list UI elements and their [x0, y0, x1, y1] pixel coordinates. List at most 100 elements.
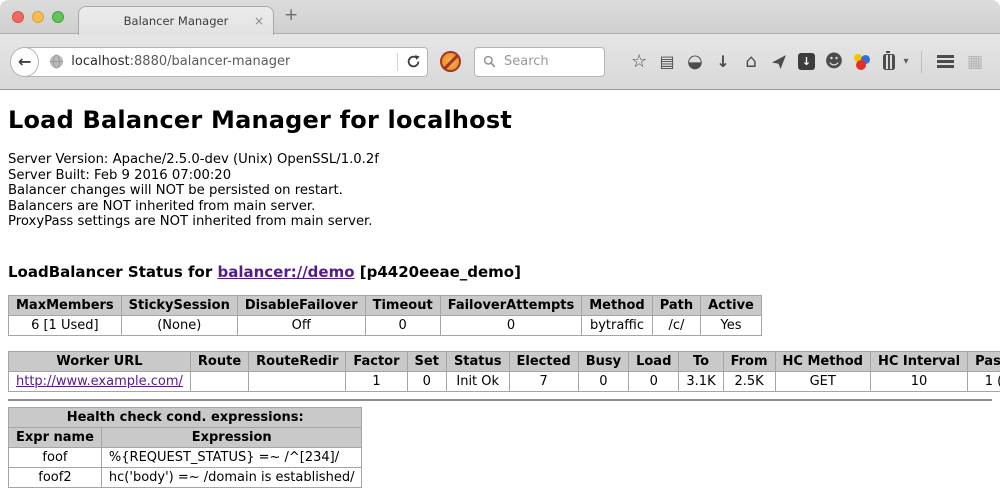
table-header-row: Worker URL Route RouteRedir Factor Set S… [9, 351, 1000, 371]
col-active: Active [701, 295, 762, 315]
url-bar-divider [397, 53, 398, 71]
table-header-row: MaxMembers StickySession DisableFailover… [9, 295, 762, 315]
cell-stickysession: (None) [121, 315, 237, 335]
url-path: :8880/balancer-manager [130, 54, 291, 69]
noscript-blocked-icon[interactable] [440, 51, 461, 72]
cell-method: bytraffic [582, 315, 652, 335]
window-zoom-button[interactable] [52, 11, 64, 23]
cell-hc-method: GET [775, 371, 870, 391]
cell-worker-url: http://www.example.com/ [9, 371, 191, 391]
heading-prefix: LoadBalancer Status for [8, 263, 217, 281]
window-controls [12, 11, 64, 23]
titlebar: Balancer Manager × + [0, 0, 1000, 34]
window-close-button[interactable] [12, 11, 24, 23]
health-check-table: Health check cond. expressions: Expr nam… [8, 407, 362, 488]
site-identity-globe-icon[interactable] [49, 54, 64, 69]
toolbar-divider [921, 51, 922, 73]
proxypass-notice-line: ProxyPass settings are NOT inherited fro… [8, 214, 992, 230]
col-path: Path [652, 295, 700, 315]
cell-status: Init Ok [446, 371, 509, 391]
colored-dots-extension-icon[interactable] [853, 53, 871, 70]
tab-balancer-manager[interactable]: Balancer Manager × [78, 6, 274, 35]
home-icon[interactable]: ⌂ [737, 47, 765, 77]
col-elected: Elected [509, 351, 578, 371]
col-from: From [723, 351, 775, 371]
col-routeredir: RouteRedir [249, 351, 346, 371]
reading-list-icon[interactable]: ▤ [653, 47, 681, 77]
tab-groups-icon[interactable]: ▦ [960, 52, 990, 72]
toolbar-buttons: ☆ ▤ ◒ ↓ ⌂ ↓ ☻ ▾ ▦ [625, 47, 990, 77]
cell-expression: %{REQUEST_STATUS} =~ /^[234]/ [101, 447, 362, 467]
browser-window: Balancer Manager × + ← localhost:8880/ba… [0, 0, 1000, 491]
cell-to: 3.1K [679, 371, 723, 391]
section-divider [8, 399, 992, 401]
page-content: Load Balancer Manager for localhost Serv… [0, 90, 1000, 491]
cell-expr-name: foof [9, 447, 102, 467]
cell-set: 0 [407, 371, 446, 391]
chevron-down-icon[interactable]: ▾ [899, 56, 913, 67]
battery-extension-icon[interactable] [883, 54, 895, 70]
col-factor: Factor [346, 351, 407, 371]
reload-icon[interactable] [406, 54, 421, 69]
cell-factor: 1 [346, 371, 407, 391]
server-info: Server Version: Apache/2.5.0-dev (Unix) … [8, 152, 992, 230]
table-row: 6 [1 Used] (None) Off 0 0 bytraffic /c/ … [9, 315, 762, 335]
col-expr-name: Expr name [9, 427, 102, 447]
cell-hc-interval: 10 [870, 371, 967, 391]
cell-routeredir [249, 371, 346, 391]
window-minimize-button[interactable] [32, 11, 44, 23]
col-stickysession: StickySession [121, 295, 237, 315]
new-tab-button[interactable]: + [284, 5, 298, 25]
tab-close-icon[interactable]: × [254, 14, 264, 28]
col-status: Status [446, 351, 509, 371]
video-download-icon[interactable]: ↓ [798, 53, 815, 70]
cell-passes: 1 (0) [968, 371, 1000, 391]
col-worker-url: Worker URL [9, 351, 191, 371]
cell-timeout: 0 [365, 315, 440, 335]
heading-suffix: [p4420eeae_demo] [355, 263, 521, 281]
cell-path: /c/ [652, 315, 700, 335]
cell-elected: 7 [509, 371, 578, 391]
cell-route [190, 371, 248, 391]
server-built-line: Server Built: Feb 9 2016 07:00:20 [8, 168, 992, 184]
url-domain: localhost [71, 54, 129, 69]
cell-failoverattempts: 0 [440, 315, 582, 335]
cell-maxmembers: 6 [1 Used] [9, 315, 122, 335]
balancer-status-heading: LoadBalancer Status for balancer://demo … [8, 263, 992, 281]
navigation-toolbar: ← localhost:8880/balancer-manager ☆ ▤ [0, 34, 1000, 90]
hamburger-menu-icon[interactable] [930, 47, 960, 77]
col-to: To [679, 351, 723, 371]
col-expression: Expression [101, 427, 362, 447]
worker-url-link[interactable]: http://www.example.com/ [16, 374, 183, 389]
col-passes: Passes [968, 351, 1000, 371]
search-input[interactable] [502, 53, 592, 70]
url-bar[interactable]: localhost:8880/balancer-manager [24, 47, 428, 77]
chat-smiley-icon[interactable]: ☻ [820, 47, 848, 77]
tab-title: Balancer Manager [124, 14, 229, 28]
col-method: Method [582, 295, 652, 315]
col-load: Load [629, 351, 679, 371]
cell-busy: 0 [578, 371, 628, 391]
page-title: Load Balancer Manager for localhost [8, 106, 992, 134]
col-hc-method: HC Method [775, 351, 870, 371]
search-bar[interactable] [474, 47, 605, 77]
pocket-icon[interactable]: ◒ [681, 47, 709, 77]
col-busy: Busy [578, 351, 628, 371]
col-failoverattempts: FailoverAttempts [440, 295, 582, 315]
col-hc-interval: HC Interval [870, 351, 967, 371]
balancer-demo-link[interactable]: balancer://demo [217, 263, 354, 281]
cell-disablefailover: Off [237, 315, 365, 335]
inherit-notice-line: Balancers are NOT inherited from main se… [8, 199, 992, 215]
worker-table: Worker URL Route RouteRedir Factor Set S… [8, 351, 1000, 392]
downloads-icon[interactable]: ↓ [709, 47, 737, 77]
url-text: localhost:8880/balancer-manager [71, 54, 290, 69]
cell-expr-name: foof2 [9, 467, 102, 487]
table-header-row: Expr name Expression [9, 427, 362, 447]
send-tab-plane-icon[interactable] [765, 54, 793, 70]
table-row: foof %{REQUEST_STATUS} =~ /^[234]/ [9, 447, 362, 467]
bookmark-star-icon[interactable]: ☆ [625, 47, 653, 77]
back-button[interactable]: ← [10, 47, 39, 77]
cell-active: Yes [701, 315, 762, 335]
col-timeout: Timeout [365, 295, 440, 315]
table-row: http://www.example.com/ 1 0 Init Ok 7 0 … [9, 371, 1000, 391]
